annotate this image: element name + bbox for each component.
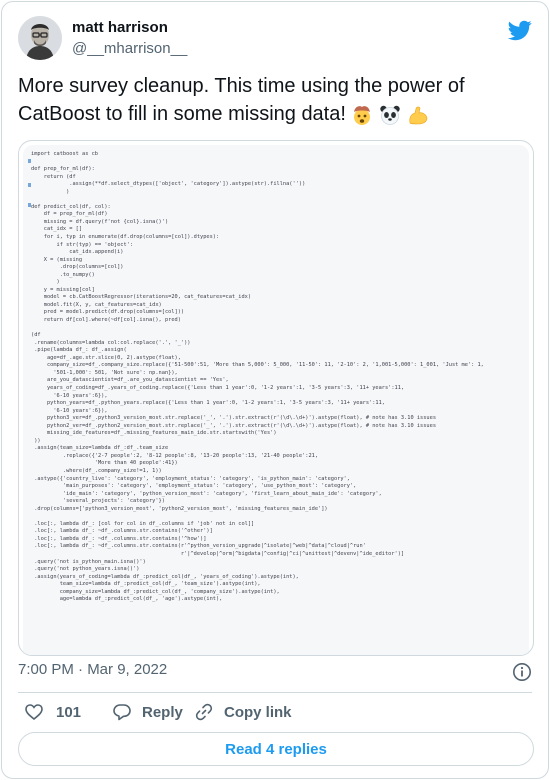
code-line: .replace({'2-7 people':2, '8-12 people':… — [31, 452, 319, 459]
tweet-timestamp[interactable]: 7:00 PM · Mar 9, 2022 — [18, 660, 167, 680]
code-line: cat_idx = [] — [31, 226, 83, 233]
code-line: missing_ide_features=df_.missing_feature… — [31, 430, 277, 437]
code-line: r'|^develop|^orm|^bigdata|^config|^ci|^u… — [31, 550, 405, 557]
code-line: return df[col].where(~df[col].isna(), pr… — [31, 317, 181, 324]
code-line: age=df_.age.str.slice(0, 2).astype(float… — [31, 354, 181, 361]
code-line: .query('not is_python_main.isna()') — [31, 558, 146, 565]
code-line: ) — [31, 279, 60, 286]
reply-bubble-icon — [113, 704, 131, 721]
author-names[interactable]: matt harrison @__mharrison__ — [72, 18, 187, 59]
code-line: .loc[:, lambda df_: ~df_.columns.str.con… — [31, 535, 207, 542]
copy-link-button[interactable]: Copy link — [194, 701, 292, 723]
code-line: cat_idx.append(i) — [31, 249, 124, 256]
copy-link-label: Copy link — [224, 703, 292, 721]
code-line: pred = model.predict(df.drop(columns=[co… — [31, 309, 185, 316]
code-line: .pipe(lambda df_: df_.assign( — [31, 347, 127, 354]
code-line: .loc[:, lambda df_: ~df_.columns.str.con… — [31, 543, 366, 550]
panda-emoji — [380, 105, 400, 125]
twitter-bird-icon[interactable] — [508, 18, 532, 42]
code-line: .to_numpy() — [31, 271, 95, 278]
code-line: python2_ver=df_.python2_version_most.str… — [31, 422, 437, 429]
code-line: years_of_coding=df_.years_of_coding.repl… — [31, 384, 405, 391]
code-line: .assign(**df.select_dtypes(['object', 'c… — [31, 181, 306, 188]
code-line: return (df — [31, 173, 76, 180]
code-line: 'several_projects': 'category'}) — [31, 498, 165, 505]
code-line: team_size=lambda df_:predict_col(df_, 't… — [31, 581, 261, 588]
code-line: are_you_datascientist=df_.are_you_datasc… — [31, 377, 229, 384]
exploding-head-emoji — [354, 105, 371, 125]
code-line: '501-1,000': 501, 'Not sure': np.nan}), — [31, 369, 178, 376]
code-line: ) — [31, 188, 70, 195]
code-line: model = cb.CatBoostRegressor(iterations=… — [31, 294, 252, 301]
code-line: '6-10 years':6}), — [31, 407, 108, 414]
code-screenshot-media[interactable]: import catboost as cb def prep_for_ml(df… — [18, 140, 534, 656]
like-button[interactable]: 101 — [24, 701, 81, 723]
code-line: 'More than 40 people':41}) — [31, 460, 178, 467]
code-line: .drop(columns=[col]) — [31, 264, 124, 271]
code-line: .assign(years_of_coding=lambda df_:predi… — [31, 573, 299, 580]
tweet-header: matt harrison @__mharrison__ — [18, 16, 532, 64]
code-line: def predict_col(df, col): — [31, 203, 111, 210]
code-line: def prep_for_ml(df): — [31, 166, 95, 173]
author-handle[interactable]: @__mharrison__ — [72, 39, 187, 59]
code-line: .rename(columns=lambda col:col.replace('… — [31, 339, 191, 346]
tweet-text-block: More survey cleanup. This time using the… — [18, 72, 528, 128]
code-line: )) — [31, 437, 41, 444]
code-line: .loc[:, lambda df_: [col for col in df_.… — [31, 520, 255, 527]
code-line: (df — [31, 332, 41, 339]
tweet-actions: 101 Reply Copy link — [18, 701, 532, 723]
code-line: missing = df.query(f'not {col}.isna()') — [31, 218, 169, 225]
code-line: python_years=df_.python_years.replace({'… — [31, 400, 385, 407]
code-line: company_size=df_.company_size.replace({'… — [31, 362, 484, 369]
divider — [18, 692, 532, 693]
code-line: age=lambda df_:predict_col(df_, 'age').a… — [31, 596, 223, 603]
code-line: X = (missing — [31, 256, 83, 263]
info-icon[interactable] — [512, 662, 532, 682]
code-line: .drop(columns=['python3_version_most', '… — [31, 505, 328, 512]
likes-count: 101 — [56, 703, 82, 721]
code-line: python3_ver=df_.python3_version_most.str… — [31, 415, 437, 422]
code-line: y = missing[col] — [31, 286, 95, 293]
flexed-biceps-emoji — [409, 106, 427, 125]
code-line: .where(df_.company_size!=1, 1)) — [31, 467, 162, 474]
code-line: .query('not python_years.isna()') — [31, 566, 140, 573]
read-replies-button[interactable]: Read 4 replies — [18, 732, 534, 766]
heart-icon — [25, 704, 43, 721]
code-line: .astype({'country_live': 'category', 'em… — [31, 475, 350, 482]
code-line: df = prep_for_ml(df) — [31, 211, 108, 218]
code-line: .assign(team_size=lambda df_:df_.team_si… — [31, 445, 169, 452]
code-line: import catboost as cb — [31, 151, 98, 157]
code-line: .loc[:, lambda df_: ~df_.columns.str.con… — [31, 528, 213, 535]
code-line: model.fit(X, y, cat_features=cat_idx) — [31, 301, 162, 308]
code-line: 'ide_main': 'category', 'python_version_… — [31, 490, 382, 497]
reply-button[interactable]: Reply — [112, 701, 183, 723]
code-panel: import catboost as cb def prep_for_ml(df… — [23, 145, 529, 655]
tweet-card: matt harrison @__mharrison__ More survey… — [1, 1, 549, 779]
link-icon — [195, 703, 213, 721]
code-text: import catboost as cb def prep_for_ml(df… — [31, 151, 531, 604]
author-display-name[interactable]: matt harrison — [72, 18, 187, 38]
code-line: company_size=lambda df_:predict_col(df_,… — [31, 588, 280, 595]
code-line: '6-10 years':6}), — [31, 392, 108, 399]
reply-label: Reply — [142, 703, 183, 721]
avatar[interactable] — [18, 16, 62, 60]
code-line: 'main_purposes': 'category', 'employment… — [31, 483, 357, 490]
code-line: if str(typ) == 'object': — [31, 241, 134, 248]
code-line: for i, typ in enumerate(df.drop(columns=… — [31, 234, 220, 241]
